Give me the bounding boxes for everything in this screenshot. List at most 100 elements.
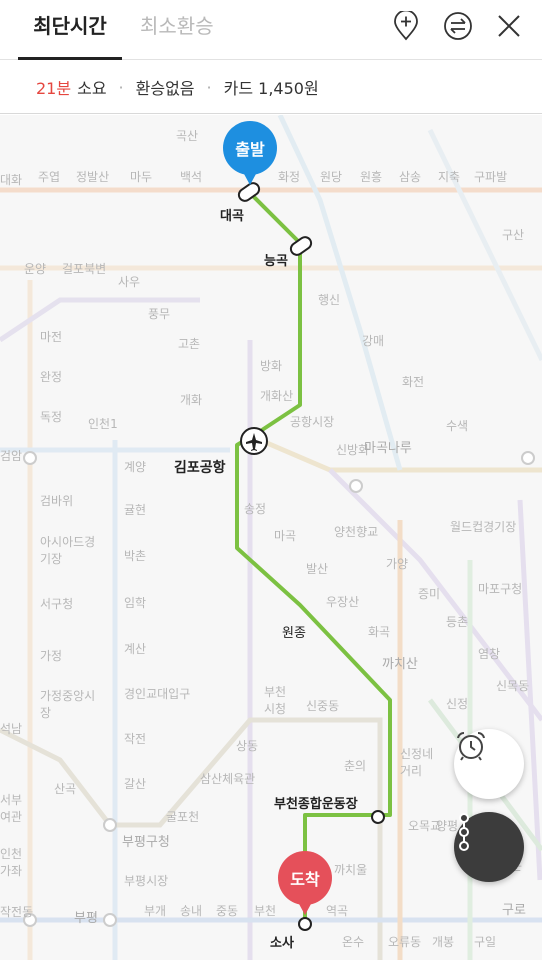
fare-info: 카드 1,450원	[223, 79, 319, 98]
map-label: 화곡	[368, 625, 391, 639]
station-label-daegok[interactable]: 대곡	[220, 205, 244, 224]
map-label: 정발산	[76, 170, 110, 184]
map-label: 산곡	[54, 782, 77, 796]
station-label-wonjong[interactable]: 원종	[282, 622, 306, 641]
map-label: 부평	[74, 911, 98, 926]
map-label: 계산	[124, 642, 147, 656]
alarm-clock-icon	[457, 731, 485, 761]
map-label: 양천향교	[334, 525, 379, 539]
map-label: 구로	[502, 903, 526, 918]
map-label: 고촌	[178, 337, 201, 351]
duration-value: 21분	[36, 79, 72, 98]
map-label: 마전	[40, 330, 63, 344]
add-waypoint-icon	[394, 11, 418, 41]
map-label: 곡산	[176, 129, 199, 143]
map-label: 석남	[0, 722, 23, 736]
map-label: 부개	[144, 904, 167, 918]
end-pin[interactable]: 도착	[278, 851, 332, 917]
map-label: 강매	[362, 334, 385, 348]
map-label: 신중동	[306, 699, 340, 713]
add-waypoint-button[interactable]	[388, 8, 424, 44]
close-icon	[498, 15, 520, 37]
map-label: 수색	[446, 419, 469, 433]
end-pin-label: 도착	[278, 851, 332, 905]
subway-map[interactable]: 곡산 화정 원당 원흥 삼송 지축 구파발 주엽 정발산 마두 백석 구산 운양…	[0, 115, 542, 960]
map-label: 부천	[254, 904, 277, 918]
map-label: 풍무	[148, 307, 171, 321]
map-label: 원당	[320, 170, 343, 184]
map-label: 발산	[306, 562, 329, 576]
start-pin-label: 출발	[223, 121, 277, 175]
map-label: 부평구청	[122, 835, 170, 850]
map-label: 상동	[236, 739, 259, 753]
map-label: 마두	[130, 170, 153, 184]
map-label: 서구청	[40, 597, 74, 611]
station-label-sosa[interactable]: 소사	[270, 932, 294, 951]
map-label: 계양	[124, 460, 147, 474]
map-label: 증미	[418, 587, 441, 601]
route-summary: 21분 소요 · 환승없음 · 카드 1,450원	[0, 61, 542, 114]
station-label-gimpo-airport[interactable]: 김포공항	[174, 457, 226, 477]
duration-suffix: 소요	[77, 79, 107, 98]
map-label: 굴포천	[166, 810, 200, 824]
map-label: 공항시장	[290, 415, 335, 429]
alarm-button[interactable]	[454, 729, 524, 799]
map-label: 온수	[342, 935, 365, 949]
map-label: 개화	[180, 393, 203, 407]
station-label-bucheon-stadium[interactable]: 부천종합운동장	[274, 793, 358, 812]
map-label: 마곡	[274, 529, 297, 543]
map-label: 춘의	[344, 759, 367, 773]
map-label: 오목교	[408, 819, 442, 833]
separator-dot: ·	[206, 77, 212, 97]
map-label: 백석	[180, 170, 203, 184]
map-label: 까치울	[334, 863, 368, 877]
close-button[interactable]	[491, 8, 527, 44]
map-label: 작전동	[0, 905, 34, 919]
map-label: 경인교대입구	[124, 687, 191, 701]
map-label: 부천시청	[264, 685, 287, 716]
map-label: 부평시장	[124, 874, 169, 888]
map-label: 완정	[40, 370, 63, 384]
map-label: 화정	[278, 170, 301, 184]
map-label: 검암	[0, 449, 23, 463]
swap-icon	[444, 12, 472, 40]
map-label: 신정네거리	[400, 747, 434, 778]
map-label: 가정	[40, 649, 63, 663]
map-label: 등촌	[446, 615, 469, 629]
map-label: 개봉	[432, 935, 455, 949]
map-label: 방화	[260, 359, 283, 373]
map-label: 월드컵경기장	[450, 520, 517, 534]
station-label-neunggok[interactable]: 능곡	[264, 250, 288, 269]
map-label: 구산	[502, 228, 525, 242]
map-label: 마곡나루	[364, 441, 412, 456]
tab-shortest-time[interactable]: 최단시간	[18, 0, 122, 60]
map-label: 가양	[386, 557, 409, 571]
map-label: 임학	[124, 596, 147, 610]
top-tab-bar: 최단시간 최소환승	[0, 0, 542, 60]
map-label: 주엽	[38, 170, 61, 184]
map-label: 지축	[438, 170, 461, 184]
map-label: 구일	[474, 935, 497, 949]
separator-dot: ·	[118, 77, 124, 97]
map-label: 신목동	[496, 679, 530, 693]
map-label: 송내	[180, 904, 203, 918]
map-label: 까치산	[382, 657, 418, 672]
map-label: 원흥	[360, 170, 383, 184]
map-label: 운양	[24, 262, 47, 276]
tab-fewest-transfers[interactable]: 최소환승	[140, 0, 214, 60]
map-label: 염창	[478, 647, 501, 661]
map-label: 개화산	[260, 389, 294, 403]
map-label: 걸포북변	[62, 262, 107, 276]
map-label: 귤현	[124, 503, 147, 517]
start-pin[interactable]: 출발	[223, 121, 277, 187]
map-label: 중동	[216, 904, 239, 918]
map-label: 검바위	[40, 494, 74, 508]
map-label: 삼산체육관	[200, 772, 256, 786]
map-label: 갈산	[124, 777, 147, 791]
map-label: 송정	[244, 502, 267, 516]
swap-button[interactable]	[440, 8, 476, 44]
route-steps-button[interactable]	[454, 812, 524, 882]
map-label: 사우	[118, 275, 141, 289]
transfer-info: 환승없음	[135, 79, 195, 98]
map-label: 박촌	[124, 549, 147, 563]
